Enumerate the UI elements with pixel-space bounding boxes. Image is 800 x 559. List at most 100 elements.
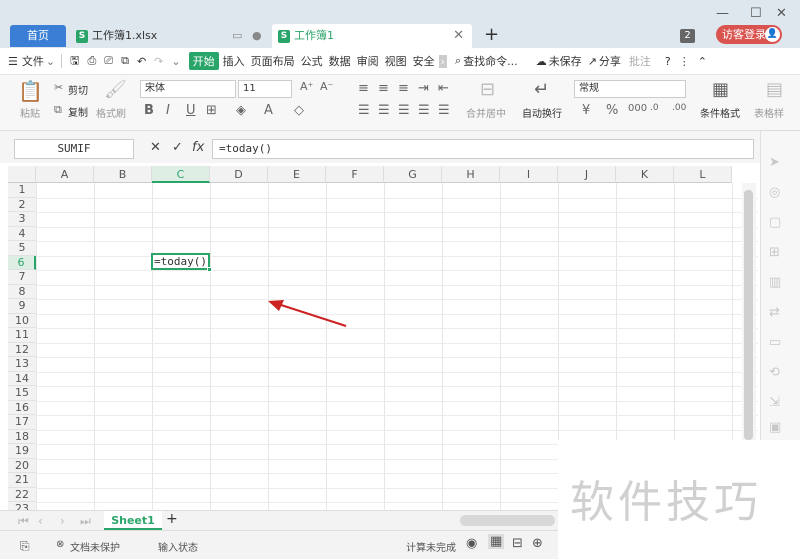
increase-font-icon[interactable]: A⁺ (300, 80, 313, 93)
column-header-j[interactable]: J (558, 166, 616, 183)
export-icon[interactable]: ⎙ (87, 54, 96, 68)
redo-icon[interactable]: ↷ (154, 55, 163, 68)
paste-icon[interactable]: 📋 (18, 79, 43, 103)
column-header-g[interactable]: G (384, 166, 442, 183)
row-header-18[interactable]: 18 (8, 429, 36, 444)
menu-view[interactable]: 视图 (385, 53, 407, 69)
decrease-font-icon[interactable]: A⁻ (320, 80, 333, 93)
row-header-9[interactable]: 9 (8, 299, 36, 314)
align-center-icon[interactable]: ☰ (378, 103, 390, 118)
tab-workbook-active[interactable]: S 工作簿1 ✕ (272, 24, 472, 48)
row-header-2[interactable]: 2 (8, 197, 36, 212)
font-name-select[interactable]: 宋体 (140, 80, 236, 98)
row-header-5[interactable]: 5 (8, 241, 36, 256)
chevron-down-icon[interactable]: ⌄ (46, 55, 55, 68)
more-icon[interactable]: ⋮ (679, 55, 690, 68)
fill-handle[interactable] (207, 267, 212, 272)
underline-icon[interactable]: U (186, 103, 196, 118)
row-header-6[interactable]: 6 (8, 255, 36, 270)
protect-status[interactable]: 文档未保护 (70, 539, 120, 554)
row-header-1[interactable]: 1 (8, 183, 36, 198)
normal-view-icon[interactable]: ▦ (488, 534, 505, 549)
row-header-12[interactable]: 12 (8, 342, 36, 357)
cut-button[interactable]: 剪切 (68, 82, 88, 97)
row-header-15[interactable]: 15 (8, 386, 36, 401)
merge-center-button[interactable]: 合并居中 (466, 105, 506, 120)
select-all-corner[interactable] (8, 166, 36, 183)
monitor-icon[interactable]: ▭ (232, 24, 242, 48)
font-color-icon[interactable]: A (264, 103, 273, 118)
next-sheet-icon[interactable]: › (60, 514, 65, 528)
table-style-button[interactable]: 表格样 (754, 105, 784, 120)
clear-icon[interactable]: ◇ (294, 103, 304, 118)
align-bottom-icon[interactable]: ≡ (398, 81, 409, 96)
first-sheet-icon[interactable]: ⏮ (18, 514, 29, 529)
row-header-17[interactable]: 17 (8, 415, 36, 430)
distribute-icon[interactable]: ☰ (438, 103, 450, 118)
vertical-scrollbar-thumb[interactable] (744, 190, 753, 440)
wrap-text-button[interactable]: 自动换行 (522, 105, 562, 120)
menu-formulas[interactable]: 公式 (301, 53, 323, 69)
comment-button[interactable]: 批注 (629, 53, 651, 69)
chart-icon[interactable]: ▥ (769, 275, 781, 290)
last-sheet-icon[interactable]: ⏭ (80, 514, 91, 529)
column-header-b[interactable]: B (94, 166, 152, 183)
hamburger-icon[interactable]: ☰ (8, 55, 18, 68)
chevron-right-icon[interactable]: › (438, 54, 448, 68)
pointer-icon[interactable]: ➤ (769, 155, 780, 170)
align-right-icon[interactable]: ☰ (398, 103, 410, 118)
row-header-7[interactable]: 7 (8, 270, 36, 285)
justify-icon[interactable]: ☰ (418, 103, 430, 118)
sheet-tab-sheet1[interactable]: Sheet1 (104, 511, 162, 530)
unsaved-status[interactable]: 未保存 (549, 53, 582, 69)
menu-home[interactable]: 开始 (188, 52, 219, 70)
thousands-icon[interactable]: 000 (628, 103, 647, 114)
backup-icon[interactable]: ⟲ (769, 365, 780, 380)
guest-login-button[interactable]: 访客登录 👤 (716, 25, 782, 44)
column-header-k[interactable]: K (616, 166, 674, 183)
tab-home[interactable]: 首页 (10, 25, 66, 47)
eye-icon[interactable]: ◉ (466, 536, 477, 551)
add-sheet-icon[interactable]: + (166, 511, 178, 527)
formula-input[interactable]: =today() (212, 139, 754, 159)
indent-icon[interactable]: ⇥ (418, 81, 429, 96)
row-header-4[interactable]: 4 (8, 226, 36, 241)
row-header-14[interactable]: 14 (8, 371, 36, 386)
row-header-19[interactable]: 19 (8, 444, 36, 459)
border-icon[interactable]: ⊞ (206, 103, 217, 118)
row-header-8[interactable]: 8 (8, 284, 36, 299)
outdent-icon[interactable]: ⇤ (438, 81, 449, 96)
cancel-icon[interactable]: ✕ (150, 140, 161, 155)
number-format-select[interactable]: 常规 (574, 80, 686, 98)
column-header-a[interactable]: A (36, 166, 94, 183)
search-command[interactable]: 查找命令... (463, 53, 518, 69)
paste-button[interactable]: 粘贴 (20, 105, 40, 120)
increase-decimal-icon[interactable]: .0 (650, 103, 659, 113)
minimize-icon[interactable]: — (716, 6, 729, 21)
status-mode-icon[interactable]: ⎘ (20, 539, 30, 554)
row-header-3[interactable]: 3 (8, 212, 36, 227)
menu-security[interactable]: 安全 (413, 53, 435, 69)
fx-icon[interactable]: fx (192, 140, 204, 155)
italic-icon[interactable]: I (166, 103, 170, 118)
document-icon[interactable]: ▭ (769, 335, 781, 350)
menu-review[interactable]: 审阅 (357, 53, 379, 69)
confirm-icon[interactable]: ✓ (172, 140, 183, 155)
row-header-20[interactable]: 20 (8, 458, 36, 473)
customize-icon[interactable]: ⌄ (171, 55, 180, 68)
row-header-13[interactable]: 13 (8, 357, 36, 372)
share-button[interactable]: 分享 (599, 53, 621, 69)
column-header-f[interactable]: F (326, 166, 384, 183)
column-header-h[interactable]: H (442, 166, 500, 183)
row-header-16[interactable]: 16 (8, 400, 36, 415)
grid-icon[interactable]: ⊞ (769, 245, 780, 260)
help-icon[interactable]: ? (665, 55, 671, 68)
maximize-icon[interactable]: ☐ (750, 6, 762, 21)
horizontal-scrollbar[interactable] (460, 515, 555, 526)
export-panel-icon[interactable]: ⇲ (769, 395, 780, 410)
undo-icon[interactable]: ↶ (137, 55, 146, 68)
transfer-icon[interactable]: ⇄ (769, 305, 780, 320)
prev-sheet-icon[interactable]: ‹ (38, 514, 43, 528)
print-preview-icon[interactable]: ⧉ (121, 54, 129, 68)
font-size-select[interactable]: 11 (238, 80, 292, 98)
